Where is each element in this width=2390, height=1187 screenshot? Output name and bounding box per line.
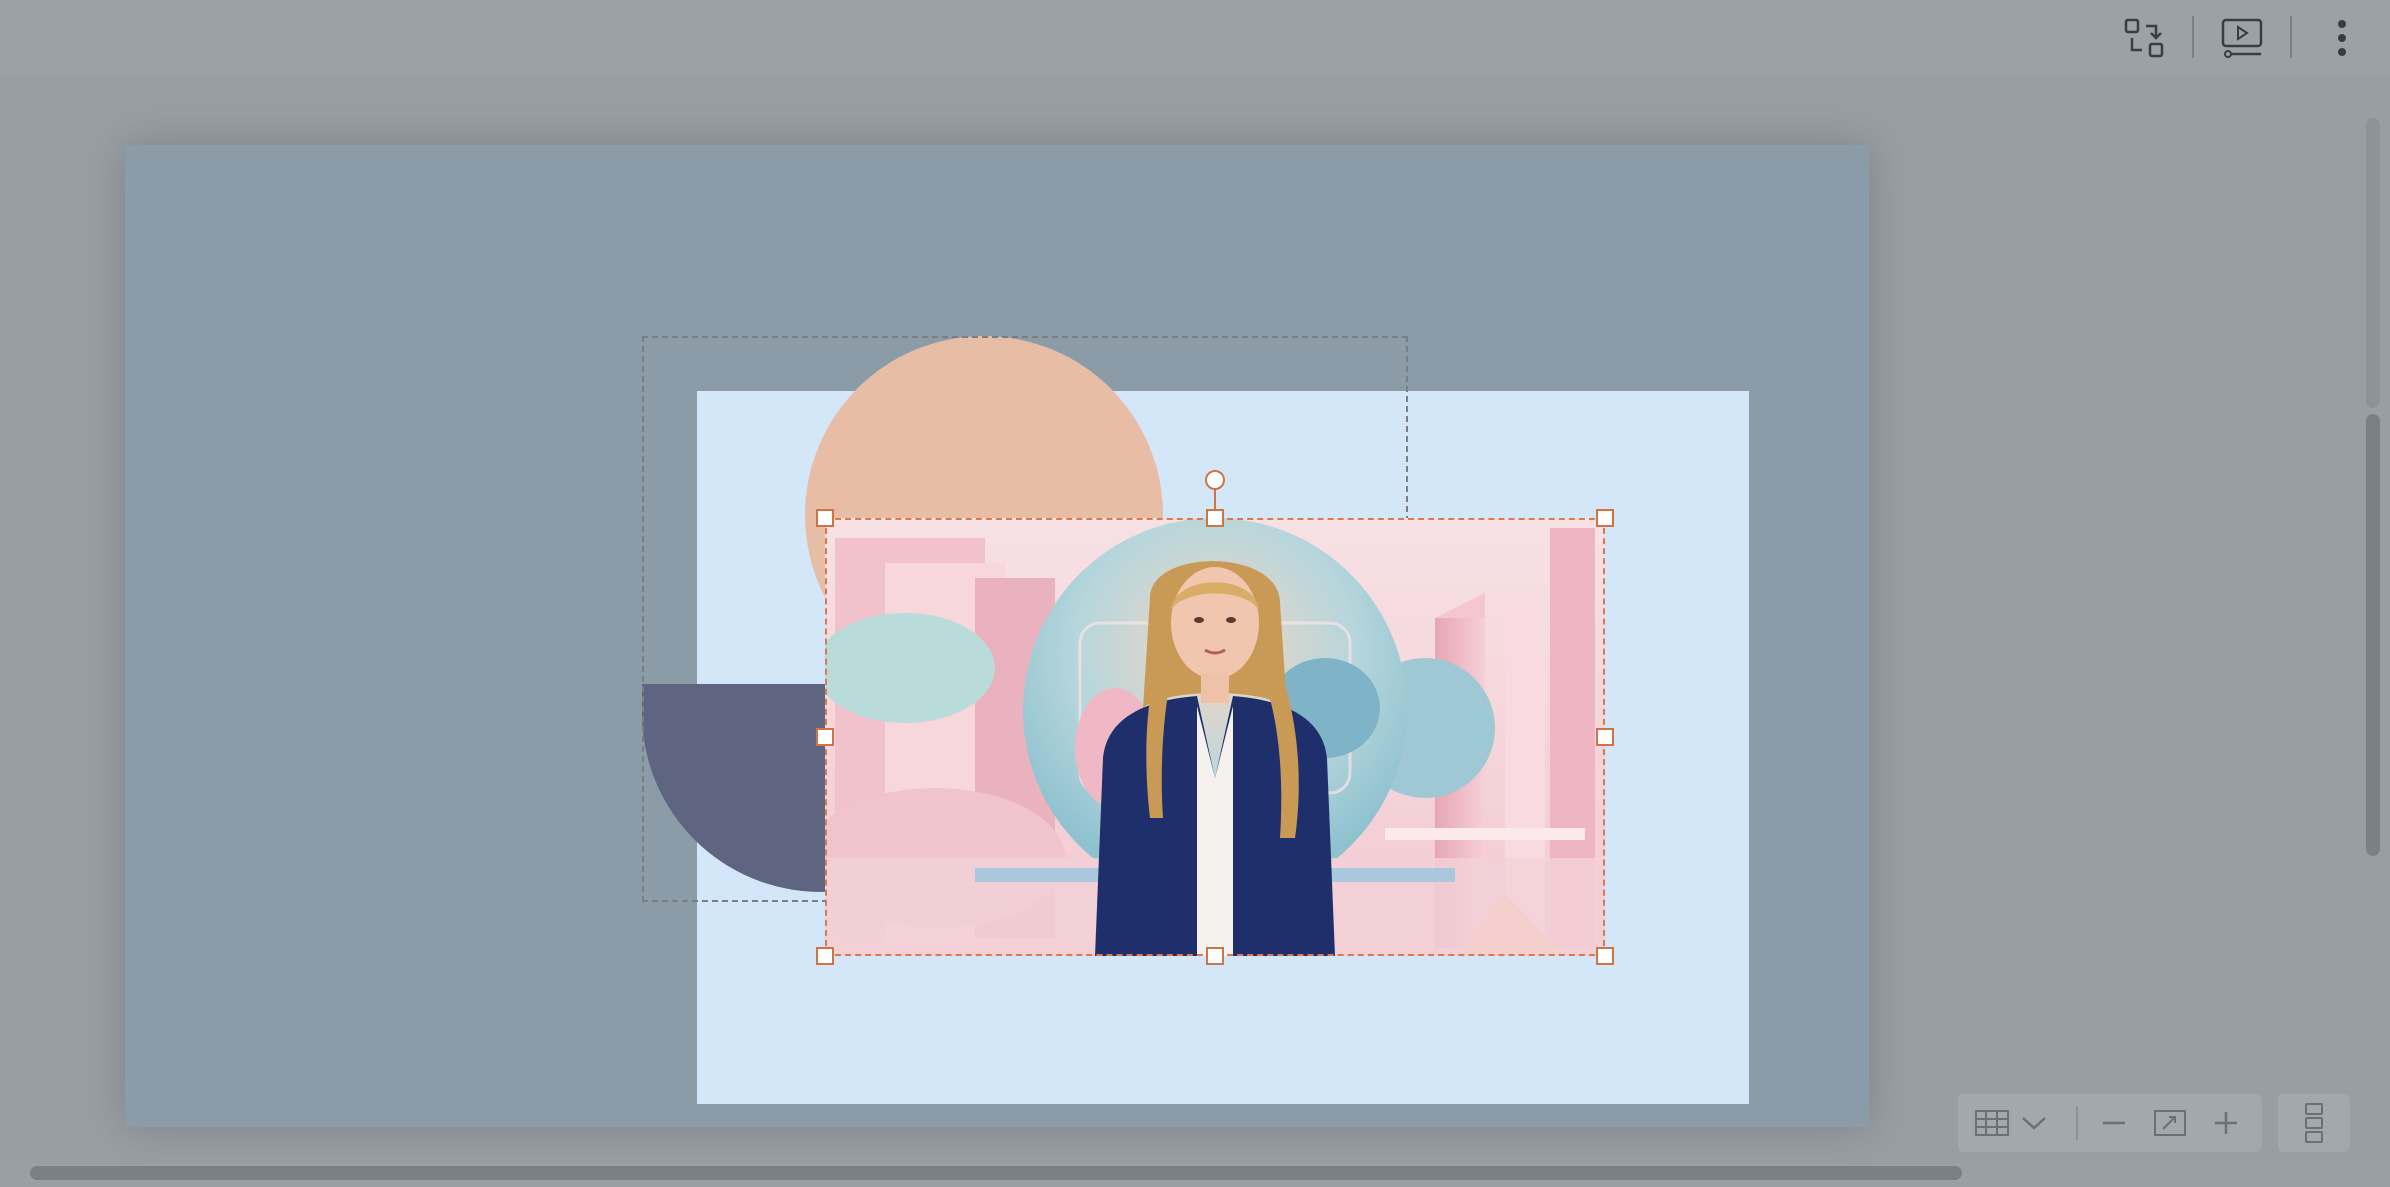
side-panel-button[interactable] — [2278, 1094, 2350, 1152]
more-options-button[interactable] — [2316, 12, 2368, 64]
resize-handle-bottom[interactable] — [1206, 947, 1224, 965]
resize-handle-top-left[interactable] — [816, 509, 834, 527]
resize-handle-bottom-left[interactable] — [816, 947, 834, 965]
vertical-scrollbar-track — [2366, 118, 2380, 408]
top-toolbar — [0, 0, 2390, 76]
fit-to-screen-icon — [2154, 1110, 2186, 1136]
resize-handle-left[interactable] — [816, 728, 834, 746]
panel-layout-icon — [2305, 1103, 2323, 1143]
more-vertical-icon — [2338, 20, 2346, 56]
zoom-toolbar — [1958, 1094, 2262, 1152]
zoom-out-icon — [2103, 1121, 2125, 1125]
presentation-preview-icon — [2221, 18, 2263, 58]
video-selection-box — [825, 518, 1605, 956]
zoombar-separator — [2076, 1106, 2078, 1140]
grid-toggle-button[interactable] — [1972, 1103, 2012, 1143]
rotate-handle[interactable] — [1205, 470, 1225, 490]
grid-dropdown-button[interactable] — [2014, 1103, 2054, 1143]
grid-icon — [1975, 1110, 2009, 1136]
zoom-out-button[interactable] — [2094, 1103, 2134, 1143]
chevron-down-icon — [2022, 1117, 2046, 1130]
toolbar-separator — [2192, 16, 2194, 58]
resize-handle-top-right[interactable] — [1596, 509, 1614, 527]
zoom-in-button[interactable] — [2206, 1103, 2246, 1143]
resize-handle-bottom-right[interactable] — [1596, 947, 1614, 965]
fit-to-screen-button[interactable] — [2150, 1103, 2190, 1143]
resize-handle-top[interactable] — [1206, 509, 1224, 527]
swap-layout-icon — [2124, 18, 2164, 58]
zoom-in-icon — [2215, 1112, 2237, 1134]
resize-handle-right[interactable] — [1596, 728, 1614, 746]
editor-root — [0, 0, 2390, 1187]
preview-button[interactable] — [2216, 12, 2268, 64]
toolbar-separator — [2290, 16, 2292, 58]
swap-layout-button[interactable] — [2118, 12, 2170, 64]
vertical-scrollbar-thumb[interactable] — [2366, 414, 2380, 856]
horizontal-scrollbar-thumb[interactable] — [30, 1166, 1962, 1180]
